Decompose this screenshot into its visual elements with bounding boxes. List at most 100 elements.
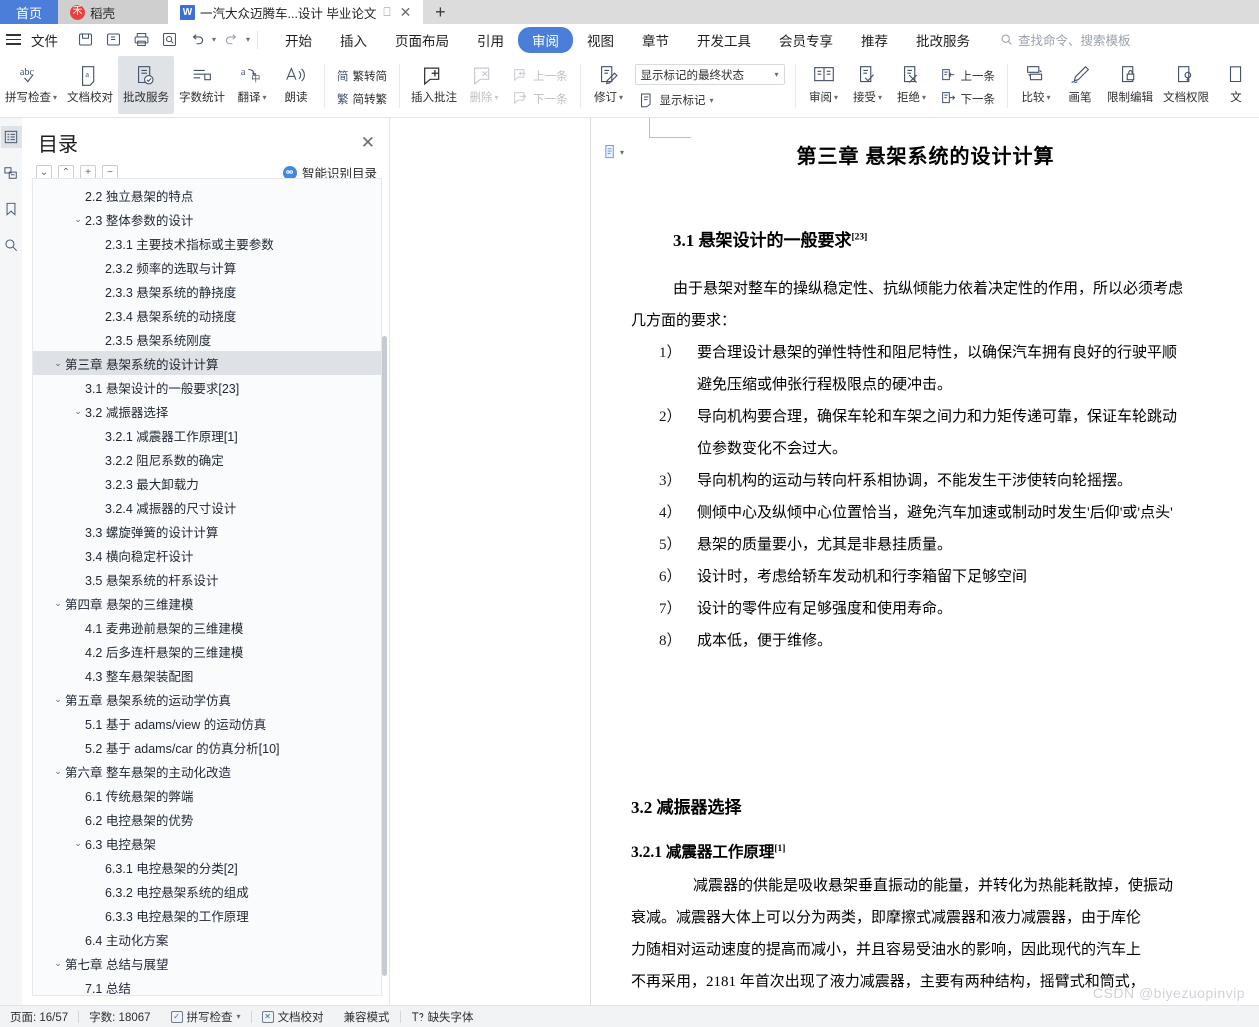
toc-list[interactable]: 2.2 独立悬架的特点 ⌄ 2.3 整体参数的设计 2.3.1 主要技术指标或主要参数… xyxy=(32,178,382,996)
toc-item[interactable]: 4.3 整车悬架装配图 xyxy=(33,663,381,687)
toc-item[interactable]: 3.1 悬架设计的一般要求[23] xyxy=(33,375,381,399)
tab-home[interactable]: 首页 xyxy=(0,0,58,24)
toc-item[interactable]: 4.2 后多连杆悬架的三维建模 xyxy=(33,639,381,663)
toc-item[interactable]: 2.3.4 悬架系统的动挠度 xyxy=(33,303,381,327)
next-comment-button[interactable]: 下一条 xyxy=(508,89,572,109)
ribbon-tab-sections[interactable]: 章节 xyxy=(628,27,683,53)
tab-docer[interactable]: 禾 稻壳 xyxy=(58,0,168,24)
compare-button[interactable]: 比较 ▾ xyxy=(1014,56,1058,114)
save-icon[interactable] xyxy=(72,28,98,52)
correction-service-button[interactable]: 批改服务 xyxy=(118,56,175,114)
show-markup-button[interactable]: 显示标记 ▾ xyxy=(635,90,785,110)
undo-dropdown-icon[interactable]: ▾ xyxy=(212,35,216,44)
reject-button[interactable]: 拒绝 ▾ xyxy=(890,56,934,114)
toc-item[interactable]: ⌄ 2.3 整体参数的设计 xyxy=(33,207,381,231)
toc-item[interactable]: 4.1 麦弗逊前悬架的三维建模 xyxy=(33,615,381,639)
read-aloud-button[interactable]: 朗读 xyxy=(274,56,318,114)
toc-scrollbar[interactable] xyxy=(382,336,387,976)
toc-item[interactable]: 3.2.4 减振器的尺寸设计 xyxy=(33,495,381,519)
doc-proof-button[interactable]: a 文档校对 xyxy=(62,56,118,114)
ribbon-tab-correction-service[interactable]: 批改服务 xyxy=(902,27,984,53)
word-count-indicator[interactable]: 字数: 18067 xyxy=(79,1009,160,1025)
chevron-down-icon[interactable]: ⌄ xyxy=(51,958,65,969)
revise-button[interactable]: 修订 ▾ xyxy=(587,56,631,114)
redo-icon[interactable] xyxy=(218,28,244,52)
rail-bookmark-button[interactable] xyxy=(1,198,22,220)
toc-item[interactable]: ⌄ 第七章 总结与展望 xyxy=(33,951,381,975)
command-search[interactable]: 查找命令、搜索模板 xyxy=(1000,30,1131,49)
compat-mode-indicator[interactable]: 兼容模式 xyxy=(334,1009,400,1025)
toc-item[interactable]: ⌄ 3.2 减振器选择 xyxy=(33,399,381,423)
chevron-down-icon[interactable]: ⌄ xyxy=(51,358,65,369)
toc-item[interactable]: 6.2 电控悬架的优势 xyxy=(33,807,381,831)
toc-item[interactable]: 6.4 主动化方案 xyxy=(33,927,381,951)
close-icon[interactable]: ✕ xyxy=(400,4,412,21)
ribbon-tab-insert[interactable]: 插入 xyxy=(326,27,381,53)
word-count-button[interactable]: 字数统计 xyxy=(174,56,230,114)
proofread-status-button[interactable]: ✕ 文档校对 xyxy=(252,1009,334,1025)
hamburger-icon[interactable] xyxy=(6,31,21,48)
prev-change-button[interactable]: 上一条 xyxy=(936,66,1000,86)
toc-item[interactable]: ⌄ 第三章 悬架系统的设计计算 xyxy=(33,351,381,375)
toc-item[interactable]: 3.4 横向稳定杆设计 xyxy=(33,543,381,567)
toc-item[interactable]: 3.5 悬架系统的杆系设计 xyxy=(33,567,381,591)
toc-item[interactable]: ⌄ 6.3 电控悬架 xyxy=(33,831,381,855)
toc-item[interactable]: 6.1 传统悬架的弊端 xyxy=(33,783,381,807)
prev-comment-button[interactable]: 上一条 xyxy=(508,66,572,86)
toc-item[interactable]: 3.2.3 最大卸载力 xyxy=(33,471,381,495)
toc-item[interactable]: 5.1 基于 adams/view 的运动仿真 xyxy=(33,711,381,735)
delete-comment-button[interactable]: 删除 ▾ xyxy=(462,56,506,114)
toc-item[interactable]: 3.2.2 阻尼系数的确定 xyxy=(33,447,381,471)
toc-item[interactable]: 6.3.1 电控悬架的分类[2] xyxy=(33,855,381,879)
toc-item[interactable]: 7.1 总结 xyxy=(33,975,381,996)
document-page[interactable]: ▾ 第三章 悬架系统的设计计算 3.1 悬架设计的一般要求[23] 由于悬架对整… xyxy=(590,118,1259,1005)
accept-button[interactable]: 接受 ▾ xyxy=(846,56,890,114)
insert-comment-button[interactable]: 插入批注 xyxy=(406,56,462,114)
new-tab-button[interactable]: + xyxy=(423,0,457,24)
restrict-edit-button[interactable]: 限制编辑 xyxy=(1102,56,1158,114)
to-simplified-button[interactable]: 简 繁转简 xyxy=(333,66,391,86)
display-state-select[interactable]: 显示标记的最终状态 ▾ xyxy=(634,64,785,85)
toc-item[interactable]: ⌄ 第五章 悬架系统的运动学仿真 xyxy=(33,687,381,711)
file-menu[interactable]: 文件 xyxy=(25,30,64,50)
to-traditional-button[interactable]: 繁 简转繁 xyxy=(333,89,391,109)
doc-more-button[interactable]: 文 xyxy=(1214,56,1258,114)
chevron-down-icon[interactable]: ⌄ xyxy=(71,838,85,849)
translate-button[interactable]: a 中 翻译 ▾ xyxy=(230,56,274,114)
print-icon[interactable] xyxy=(128,28,154,52)
tab-document[interactable]: W 一汽大众迈腾车...设计 毕业论文 ⎕ ✕ xyxy=(168,0,424,24)
ribbon-tab-review[interactable]: 审阅 xyxy=(518,26,574,53)
chevron-down-icon[interactable]: ⌄ xyxy=(51,598,65,609)
customize-qat-icon[interactable]: ▾ xyxy=(246,35,250,44)
page-indicator[interactable]: 页面: 16/57 xyxy=(0,1009,78,1025)
toc-item[interactable]: 6.3.3 电控悬架的工作原理 xyxy=(33,903,381,927)
close-icon[interactable]: ✕ xyxy=(361,133,375,153)
ribbon-tab-developer[interactable]: 开发工具 xyxy=(683,27,765,53)
ribbon-tab-start[interactable]: 开始 xyxy=(271,27,326,53)
toc-item[interactable]: 3.2.1 减震器工作原理[1] xyxy=(33,423,381,447)
chevron-down-icon[interactable]: ⌄ xyxy=(51,766,65,777)
ribbon-tab-recommend[interactable]: 推荐 xyxy=(847,27,902,53)
rail-outline-button[interactable] xyxy=(0,126,22,148)
chevron-down-icon[interactable]: ⌄ xyxy=(71,214,85,225)
rail-search-button[interactable] xyxy=(1,234,22,256)
toc-item[interactable]: 5.2 基于 adams/car 的仿真分析[10] xyxy=(33,735,381,759)
missing-font-button[interactable]: 缺失字体 xyxy=(401,1009,484,1025)
chevron-down-icon[interactable]: ⌄ xyxy=(51,694,65,705)
spell-check-button[interactable]: abc 拼写检查 ▾ xyxy=(0,56,62,114)
pen-button[interactable]: 画笔 xyxy=(1058,56,1102,114)
toc-item[interactable]: 3.3 螺旋弹簧的设计计算 xyxy=(33,519,381,543)
toc-item[interactable]: 2.3.1 主要技术指标或主要参数 xyxy=(33,231,381,255)
ribbon-tab-references[interactable]: 引用 xyxy=(463,27,518,53)
print-preview-icon[interactable] xyxy=(156,28,182,52)
ribbon-tab-member[interactable]: 会员专享 xyxy=(765,27,847,53)
rail-thumbnails-button[interactable] xyxy=(1,162,22,184)
toc-item[interactable]: 2.3.5 悬架系统刚度 xyxy=(33,327,381,351)
toc-item[interactable]: ⌄ 第四章 悬架的三维建模 xyxy=(33,591,381,615)
ribbon-tab-view[interactable]: 视图 xyxy=(573,27,628,53)
toc-item[interactable]: 2.2 独立悬架的特点 xyxy=(33,183,381,207)
toc-item[interactable]: 2.3.2 频率的选取与计算 xyxy=(33,255,381,279)
toc-item[interactable]: 6.3.2 电控悬架系统的组成 xyxy=(33,879,381,903)
next-change-button[interactable]: 下一条 xyxy=(936,89,1000,109)
monitor-icon[interactable]: ⎕ xyxy=(383,5,390,20)
